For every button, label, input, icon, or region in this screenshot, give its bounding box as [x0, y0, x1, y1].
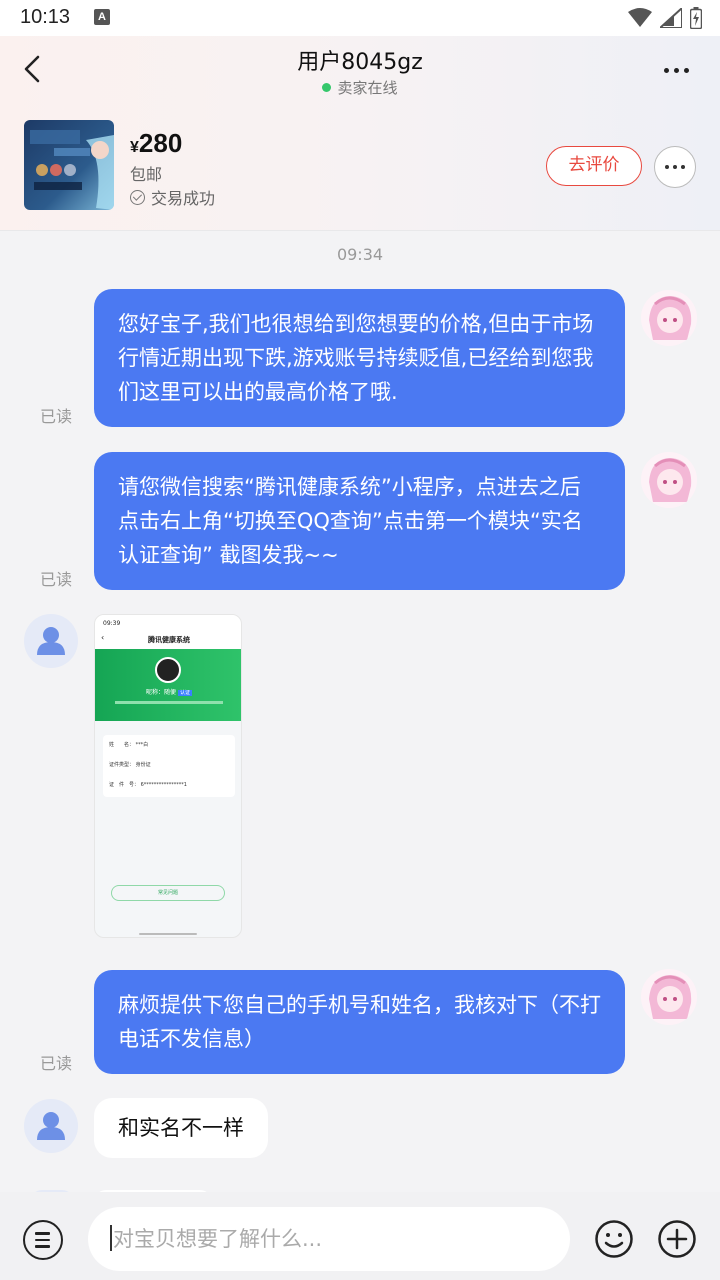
- image-idtype-label: 证件类型：: [109, 762, 135, 768]
- more-icon[interactable]: [664, 60, 698, 80]
- emoji-icon[interactable]: [594, 1219, 634, 1259]
- chat-header: 用户8045gz 卖家在线 ¥280 包邮 交易成功 去评价: [0, 36, 720, 231]
- buyer-avatar[interactable]: [24, 1099, 78, 1153]
- signal-icon: [660, 8, 682, 28]
- image-idtype-row: 证件类型： 身份证: [109, 761, 151, 768]
- chat-timestamp: 09:34: [336, 245, 384, 264]
- buyer-avatar[interactable]: [24, 614, 78, 668]
- read-receipt: 已读: [40, 1054, 73, 1073]
- image-idno-row: 证 件 号： 6****************1: [109, 781, 187, 788]
- product-price: ¥280: [130, 128, 182, 159]
- message-input[interactable]: 对宝贝想要了解什么...: [88, 1207, 570, 1271]
- image-nickname: 随便: [164, 689, 177, 696]
- seller-avatar[interactable]: [641, 452, 697, 508]
- image-idno-value: 6****************1: [140, 782, 187, 788]
- image-profile-avatar: [155, 657, 181, 683]
- deal-status-text: 交易成功: [151, 189, 216, 208]
- status-time: 10:13: [20, 6, 71, 28]
- deal-status: 交易成功: [130, 185, 215, 209]
- plus-icon[interactable]: [657, 1219, 697, 1259]
- image-message[interactable]: 09:39 腾讯健康系统 ‹ 昵称：随便 认证 姓 名： ***白 证件类型： …: [94, 614, 242, 938]
- image-desc-line: [115, 701, 223, 704]
- online-status-text: 卖家在线: [337, 79, 398, 97]
- read-receipt: 已读: [40, 570, 73, 589]
- online-dot-icon: [322, 83, 332, 92]
- message-bubble-incoming[interactable]: 和实名不一样: [94, 1098, 268, 1158]
- image-profile-banner: 昵称：随便 认证: [95, 649, 241, 721]
- system-icons: [628, 7, 702, 29]
- image-name-label: 姓 名：: [109, 742, 135, 748]
- notification-icon: A: [94, 9, 110, 25]
- image-back-icon: ‹: [101, 633, 105, 642]
- image-home-indicator: [139, 933, 197, 935]
- menu-icon[interactable]: [23, 1220, 63, 1260]
- review-button[interactable]: 去评价: [546, 146, 642, 186]
- message-input-placeholder: 对宝贝想要了解什么...: [113, 1227, 323, 1251]
- image-idno-label: 证 件 号：: [109, 782, 140, 788]
- image-name-value: ***白: [135, 742, 149, 748]
- product-thumbnail[interactable]: [24, 120, 114, 210]
- currency-symbol: ¥: [130, 139, 139, 156]
- online-status: 卖家在线: [0, 77, 720, 98]
- shipping-info: 包邮: [130, 165, 163, 184]
- message-bubble-outgoing[interactable]: 您好宝子,我们也很想给到您想要的价格,但由于市场行情近期出现下跌,游戏账号持续贬…: [94, 289, 625, 427]
- seller-avatar[interactable]: [641, 969, 697, 1025]
- chat-title: 用户8045gz: [297, 50, 423, 75]
- image-nickname-label: 昵称：: [146, 689, 165, 696]
- message-bubble-outgoing[interactable]: 请您微信搜索“腾讯健康系统”小程序，点进去之后点击右上角“切换至QQ查询”点击第…: [94, 452, 625, 590]
- text-caret: [110, 1225, 112, 1251]
- image-name-row: 姓 名： ***白: [109, 741, 148, 748]
- read-receipt: 已读: [40, 407, 73, 426]
- image-faq-button: 常见问题: [111, 885, 225, 901]
- wifi-icon: [628, 8, 652, 27]
- image-idtype-value: 身份证: [135, 762, 151, 768]
- message-bubble-outgoing[interactable]: 麻烦提供下您自己的手机号和姓名，我核对下（不打电话不发信息）: [94, 970, 625, 1074]
- image-app-title: 腾讯健康系统: [148, 636, 190, 644]
- image-badge: 认证: [177, 690, 192, 696]
- seller-avatar[interactable]: [641, 290, 697, 346]
- product-more-icon[interactable]: [654, 146, 696, 188]
- image-nickname-row: 昵称：随便 认证: [95, 687, 241, 696]
- image-info-card: 姓 名： ***白 证件类型： 身份证 证 件 号： 6************…: [103, 735, 235, 797]
- check-circle-icon: [130, 189, 145, 205]
- image-time: 09:39: [103, 620, 121, 627]
- battery-icon: [690, 7, 702, 29]
- status-bar: 10:13 A: [0, 0, 720, 36]
- image-message-topbar: 09:39 腾讯健康系统 ‹: [95, 615, 241, 649]
- price-value: 280: [138, 128, 183, 158]
